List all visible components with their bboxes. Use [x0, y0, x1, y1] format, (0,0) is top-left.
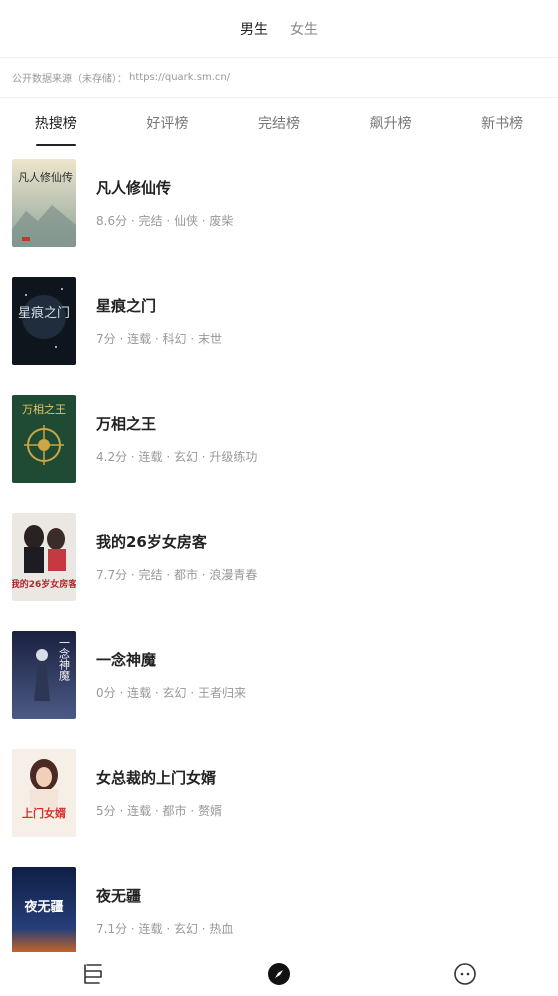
book-cover: 上门女婿 — [12, 749, 76, 837]
book-meta: 7.7分 · 完结 · 都市 · 浪漫青春 — [96, 568, 258, 582]
tab-completed[interactable]: 完结榜 — [250, 113, 308, 133]
book-cover: 一念神魔 — [12, 631, 76, 719]
tab-hot-search[interactable]: 热搜榜 — [27, 113, 85, 133]
data-source-notice: 公开数据来源（未存储）： https://quark.sm.cn/ — [0, 58, 558, 98]
cover-text: 夜无疆 — [23, 899, 63, 915]
book-title: 我的26岁女房客 — [96, 533, 207, 551]
book-list-item[interactable]: 一念神魔 一念神魔 0分 · 连载 · 玄幻 · 王者归来 — [0, 620, 558, 730]
book-title: 万相之王 — [96, 415, 157, 433]
book-list-item[interactable]: 我的26岁女房客 我的26岁女房客 7.7分 · 完结 · 都市 · 浪漫青春 — [0, 502, 558, 612]
page: 男生 女生 公开数据来源（未存储）： https://quark.sm.cn/ … — [0, 0, 558, 996]
book-list-item[interactable]: 万相之王 万相之王 4.2分 · 连载 · 玄幻 · 升级练功 — [0, 384, 558, 494]
book-cover: 我的26岁女房客 — [12, 513, 76, 601]
rank-tabs: 热搜榜 好评榜 完结榜 飙升榜 新书榜 — [0, 98, 558, 148]
tab-female[interactable]: 女生 — [290, 19, 318, 39]
book-title: 女总裁的上门女婿 — [96, 769, 217, 787]
tab-male[interactable]: 男生 — [240, 19, 268, 39]
book-list-item[interactable]: 夜无疆 夜无疆 7.1分 · 连载 · 玄幻 · 热血 — [0, 856, 558, 966]
tab-top-rated[interactable]: 好评榜 — [138, 113, 196, 133]
book-meta: 7.1分 · 连载 · 玄幻 · 热血 — [96, 922, 234, 936]
bottom-nav — [0, 952, 558, 996]
profile-face-icon — [454, 963, 476, 985]
cover-text: 一念神魔 — [58, 637, 71, 682]
nav-discover[interactable] — [259, 954, 299, 994]
book-cover: 凡人修仙传 — [12, 159, 76, 247]
book-meta: 8.6分 · 完结 · 仙侠 · 废柴 — [96, 214, 234, 228]
source-label: 公开数据来源（未存储）： — [12, 74, 127, 85]
book-list-item[interactable]: 上门女婿 女总裁的上门女婿 5分 · 连载 · 都市 · 赘婿 — [0, 738, 558, 848]
gender-tabs: 男生 女生 — [0, 0, 558, 58]
bookshelf-icon — [84, 964, 102, 984]
book-meta: 4.2分 · 连载 · 玄幻 · 升级练功 — [96, 450, 258, 464]
nav-bookshelf[interactable] — [73, 954, 113, 994]
book-cover: 夜无疆 — [12, 867, 76, 955]
tab-new-books[interactable]: 新书榜 — [473, 113, 531, 133]
cover-text: 凡人修仙传 — [18, 170, 73, 184]
cover-text: 万相之王 — [22, 402, 66, 416]
nav-profile[interactable] — [445, 954, 485, 994]
book-meta: 7分 · 连载 · 科幻 · 末世 — [96, 332, 222, 346]
cover-text: 星痕之门 — [18, 305, 70, 321]
book-list-item[interactable]: 凡人修仙传 凡人修仙传 8.6分 · 完结 · 仙侠 · 废柴 — [0, 148, 558, 258]
book-title: 夜无疆 — [96, 887, 142, 905]
compass-icon — [268, 963, 290, 985]
cover-text: 我的26岁女房客 — [12, 578, 76, 590]
book-title: 凡人修仙传 — [96, 179, 172, 197]
book-title: 一念神魔 — [96, 651, 157, 669]
source-link[interactable]: https://quark.sm.cn/ — [129, 72, 230, 83]
book-cover: 万相之王 — [12, 395, 76, 483]
book-meta: 0分 · 连载 · 玄幻 · 王者归来 — [96, 686, 246, 700]
book-list-item[interactable]: 星痕之门 星痕之门 7分 · 连载 · 科幻 · 末世 — [0, 266, 558, 376]
book-title: 星痕之门 — [96, 297, 157, 315]
cover-text: 上门女婿 — [22, 806, 67, 820]
tab-rising[interactable]: 飙升榜 — [362, 113, 420, 133]
book-cover: 星痕之门 — [12, 277, 76, 365]
book-meta: 5分 · 连载 · 都市 · 赘婿 — [96, 804, 222, 818]
